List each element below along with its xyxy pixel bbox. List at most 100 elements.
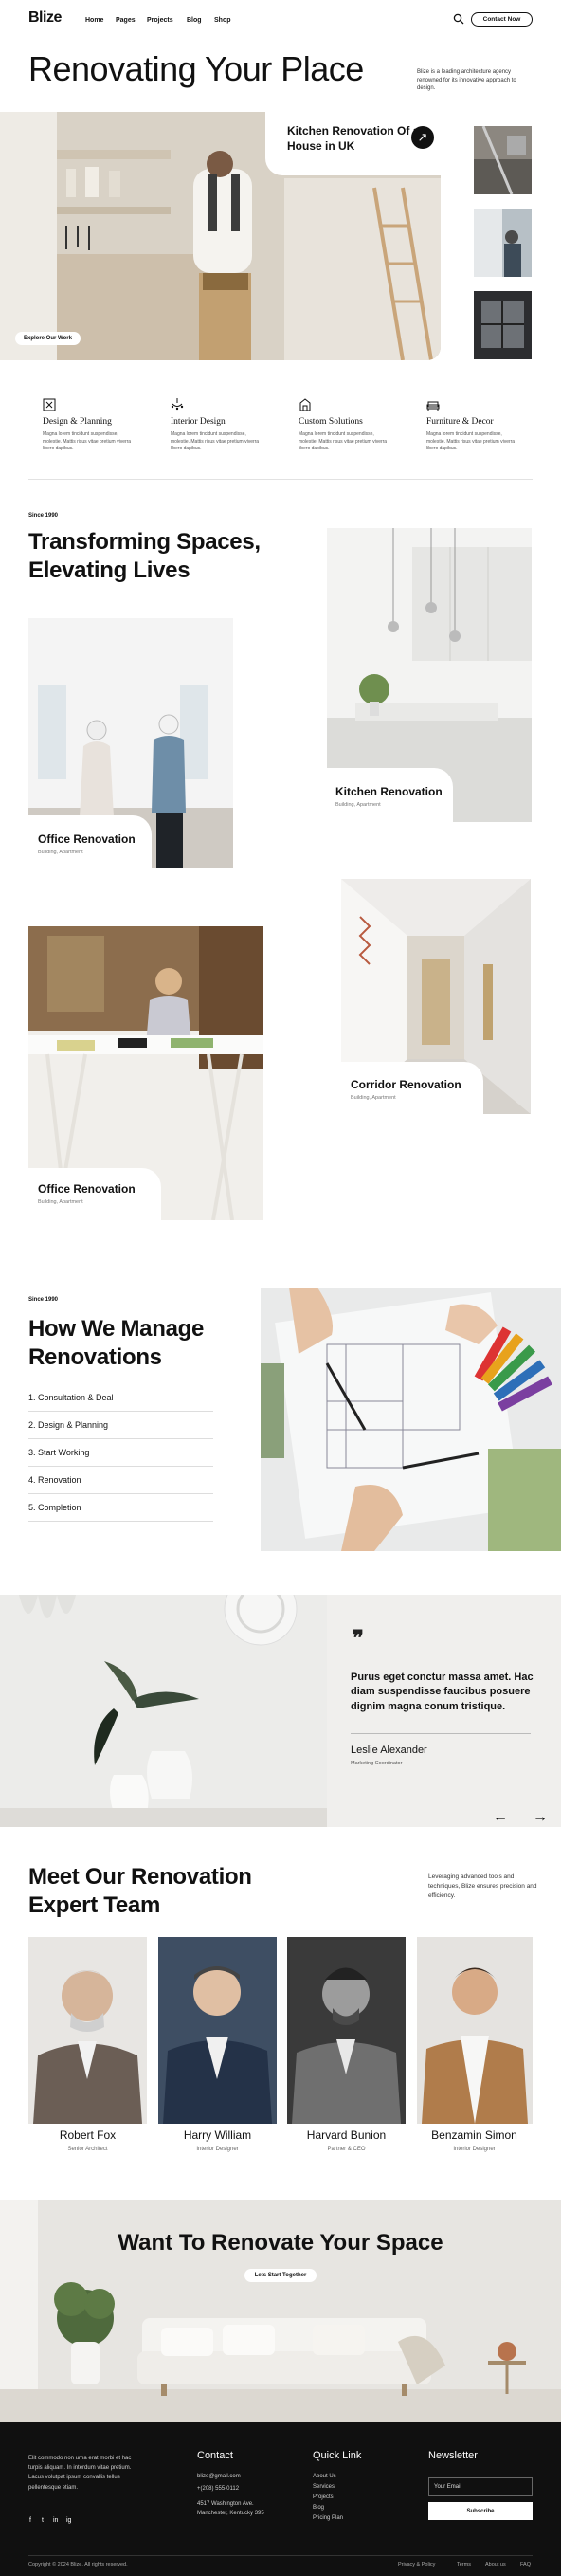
divider xyxy=(28,479,533,480)
process-step[interactable]: 5. Completion xyxy=(28,1494,213,1522)
hero-description: Blize is a leading architecture agency r… xyxy=(417,69,516,92)
since-label: Since 1990 xyxy=(28,1297,59,1303)
footer-contact-heading: Contact xyxy=(197,2450,233,2461)
footer-about: Elit commodo non urna erat morbi et hac … xyxy=(28,2456,132,2491)
team-description: Leveraging advanced tools and techniques… xyxy=(428,1873,537,1899)
search-icon[interactable] xyxy=(453,12,464,25)
team-member-photo[interactable] xyxy=(287,1937,406,2124)
footer-bottom-link[interactable]: About us xyxy=(485,2562,506,2567)
footer-bottom-link[interactable]: Privacy & Policy xyxy=(398,2562,435,2567)
arrow-right-icon[interactable]: → xyxy=(533,1809,548,1826)
instagram-icon[interactable]: ig xyxy=(66,2517,71,2524)
project-title: Corridor Renovation xyxy=(351,1078,461,1091)
lets-start-together-button[interactable]: Lets Start Together xyxy=(244,2269,317,2282)
team-member-name: Robert Fox xyxy=(59,2128,117,2142)
chandelier-icon xyxy=(171,398,184,411)
service-title: Custom Solutions xyxy=(299,417,363,427)
quote-icon: ❞ xyxy=(353,1626,364,1650)
footer-newsletter-heading: Newsletter xyxy=(428,2450,478,2461)
footer-bottom-link[interactable]: Terms xyxy=(457,2562,471,2567)
explore-our-work-button[interactable]: Explore Our Work xyxy=(15,332,81,345)
process-step[interactable]: 4. Renovation xyxy=(28,1467,213,1494)
footer-link-blog[interactable]: Blog xyxy=(313,2503,324,2512)
blueprint-icon xyxy=(43,398,56,411)
footer-link-services[interactable]: Services xyxy=(313,2482,335,2492)
footer-address: 4517 Washington Ave. Manchester, Kentuck… xyxy=(197,2501,264,2517)
service-text: Magna lorem tincidunt suspendisse, moles… xyxy=(426,431,516,451)
thumbnail-image[interactable] xyxy=(474,291,532,359)
footer-quicklink-heading: Quick Link xyxy=(313,2450,362,2461)
service-interior-design: Interior Design Magna lorem tincidunt su… xyxy=(171,398,284,453)
subscribe-button[interactable]: Subscribe xyxy=(428,2502,533,2520)
team-member-name: Benzamin Simon xyxy=(431,2128,517,2142)
logo[interactable]: Blize xyxy=(28,9,62,27)
footer-link-about[interactable]: About Us xyxy=(313,2472,336,2481)
contact-now-button[interactable]: Contact Now xyxy=(471,12,533,27)
process-step[interactable]: 1. Consultation & Deal xyxy=(28,1384,213,1412)
cta-title: Want To Renovate Your Space xyxy=(118,2230,443,2256)
process-step[interactable]: 2. Design & Planning xyxy=(28,1412,213,1439)
since-label: Since 1990 xyxy=(28,513,59,519)
newsletter-email-input[interactable]: Your Email xyxy=(428,2477,533,2496)
service-text: Magna lorem tincidunt suspendisse, moles… xyxy=(299,431,388,451)
nav-blog[interactable]: Blog xyxy=(187,17,202,24)
linkedin-icon[interactable]: in xyxy=(53,2517,58,2524)
divider xyxy=(351,1733,531,1734)
team-title: Meet Our Renovation Expert Team xyxy=(28,1864,252,1918)
project-subtitle: Building, Apartment xyxy=(38,850,83,855)
process-step[interactable]: 3. Start Working xyxy=(28,1439,213,1467)
team-member-role: Partner & CEO xyxy=(327,2147,366,2152)
project-title: Office Renovation xyxy=(38,1182,136,1196)
project-title: Office Renovation xyxy=(38,832,136,846)
thumbnail-image[interactable] xyxy=(474,126,532,194)
team-member-role: Interior Designer xyxy=(453,2147,496,2152)
service-design-planning: Design & Planning Magna lorem tincidunt … xyxy=(43,398,156,453)
arrow-up-right-icon[interactable]: ↗ xyxy=(411,126,434,149)
nav-home[interactable]: Home xyxy=(85,17,103,24)
twitter-icon[interactable]: t xyxy=(42,2517,44,2524)
footer-phone[interactable]: +(208) 555-0112 xyxy=(197,2484,239,2494)
team-member-name: Harry William xyxy=(183,2128,252,2142)
divider xyxy=(28,2555,533,2556)
building-icon xyxy=(299,398,312,411)
nav-pages[interactable]: Pages xyxy=(116,17,136,24)
testimonial-role: Marketing Coordinator xyxy=(351,1761,403,1766)
team-member-photo[interactable] xyxy=(28,1937,147,2124)
footer-link-pricing[interactable]: Pricing Plan xyxy=(313,2513,343,2523)
arrow-left-icon[interactable]: ← xyxy=(493,1809,508,1826)
facebook-icon[interactable]: f xyxy=(29,2517,31,2524)
nav-shop[interactable]: Shop xyxy=(214,17,231,24)
hero-title: Renovating Your Place xyxy=(28,49,364,88)
team-member-role: Interior Designer xyxy=(196,2147,239,2152)
project-title: Kitchen Renovation xyxy=(335,785,443,798)
project-subtitle: Building, Apartment xyxy=(351,1095,396,1101)
team-member-photo[interactable] xyxy=(417,1937,533,2124)
footer-link-projects[interactable]: Projects xyxy=(313,2493,334,2502)
thumbnail-image[interactable] xyxy=(474,209,532,277)
service-custom-solutions: Custom Solutions Magna lorem tincidunt s… xyxy=(299,398,412,453)
testimonial-name: Leslie Alexander xyxy=(351,1745,427,1756)
service-title: Design & Planning xyxy=(43,417,112,427)
nav-projects[interactable]: Projects xyxy=(147,17,173,24)
team-member-name: Harvard Bunion xyxy=(306,2128,387,2142)
project-subtitle: Building, Apartment xyxy=(335,802,381,808)
process-title: How We Manage Renovations xyxy=(28,1316,205,1370)
sofa-icon xyxy=(426,398,440,411)
footer-email[interactable]: blize@gmail.com xyxy=(197,2472,241,2481)
project-subtitle: Building, Apartment xyxy=(38,1199,83,1205)
service-title: Interior Design xyxy=(171,417,226,427)
team-member-photo[interactable] xyxy=(158,1937,277,2124)
footer-bottom-link[interactable]: FAQ xyxy=(520,2562,531,2567)
service-text: Magna lorem tincidunt suspendisse, moles… xyxy=(43,431,132,451)
blueprint-planning-image xyxy=(261,1288,561,1551)
footer xyxy=(0,2422,561,2576)
process-steps-list: 1. Consultation & Deal 2. Design & Plann… xyxy=(28,1384,213,1522)
projects-title: Transforming Spaces, Elevating Lives xyxy=(28,529,261,583)
service-furniture-decor: Furniture & Decor Magna lorem tincidunt … xyxy=(426,398,540,453)
copyright: Copyright © 2024 Blize. All rights reser… xyxy=(28,2562,128,2567)
team-member-role: Senior Architect xyxy=(67,2147,108,2152)
service-text: Magna lorem tincidunt suspendisse, moles… xyxy=(171,431,260,451)
service-title: Furniture & Decor xyxy=(426,417,494,427)
hero-caption: Kitchen Renovation Of a House in UK xyxy=(287,124,420,153)
testimonial-quote: Purus eget conctur massa amet. Hac diam … xyxy=(351,1672,534,1712)
